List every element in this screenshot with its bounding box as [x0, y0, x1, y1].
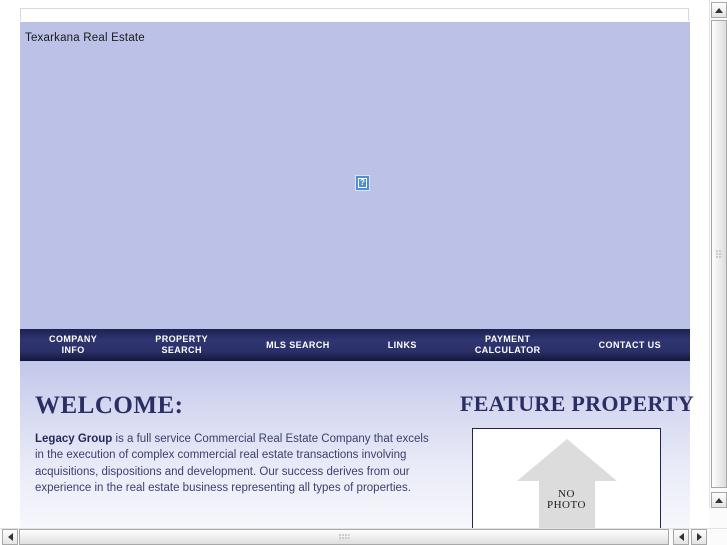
scroll-left-icon: [678, 533, 684, 541]
scroll-left-button-secondary[interactable]: [673, 529, 689, 545]
scroll-left-icon: [7, 533, 13, 541]
feature-property-heading: FEATURE PROPERTY: [460, 390, 695, 416]
nav-company-info[interactable]: COMPANY INFO: [20, 334, 126, 356]
broken-image-glyph: ?: [358, 178, 367, 188]
nav-property-search[interactable]: PROPERTY SEARCH: [126, 334, 237, 356]
welcome-company-name: Legacy Group: [35, 432, 113, 445]
vertical-scrollbar-thumb[interactable]: [711, 20, 727, 488]
vertical-scrollbar[interactable]: [709, 0, 727, 528]
feature-property-photo[interactable]: NO PHOTO: [472, 428, 661, 528]
page-viewport: Texarkana Real Estate ? COMPANY INFO PRO…: [0, 0, 709, 528]
horizontal-scrollbar-thumb[interactable]: [19, 529, 669, 545]
page-document: Texarkana Real Estate ? COMPANY INFO PRO…: [20, 8, 709, 528]
nav-contact-us[interactable]: CONTACT US: [570, 340, 690, 351]
main-navigation: COMPANY INFO PROPERTY SEARCH MLS SEARCH …: [20, 329, 690, 361]
no-photo-label: NO PHOTO: [473, 489, 660, 511]
nav-payment-calculator[interactable]: PAYMENT CALCULATOR: [446, 334, 570, 356]
main-content: WELCOME: Legacy Group is a full service …: [20, 361, 694, 528]
browser-window: Texarkana Real Estate ? COMPANY INFO PRO…: [0, 0, 727, 545]
horizontal-scrollbar[interactable]: [0, 528, 727, 545]
welcome-heading: WELCOME:: [35, 391, 184, 419]
no-photo-house-icon: NO PHOTO: [473, 433, 660, 528]
scrollbar-corner: [709, 508, 727, 528]
scroll-right-icon: [696, 533, 702, 541]
house-roof-shape: [516, 439, 617, 481]
broken-image-icon: ?: [355, 175, 370, 191]
scroll-up-button[interactable]: [711, 2, 727, 18]
welcome-paragraph: Legacy Group is a full service Commercia…: [35, 431, 430, 497]
scrollbar-grip-icon: [338, 533, 350, 541]
header-banner: Texarkana Real Estate ?: [20, 22, 690, 329]
scrollbar-grip-icon: [715, 249, 723, 259]
scroll-up-icon: [715, 497, 723, 503]
nav-links[interactable]: LINKS: [359, 340, 446, 351]
scroll-up-icon: [715, 7, 723, 13]
nav-mls-search[interactable]: MLS SEARCH: [237, 340, 359, 351]
page-top-band: [20, 8, 689, 21]
banner-title: Texarkana Real Estate: [25, 32, 145, 44]
scroll-left-button[interactable]: [2, 529, 18, 545]
no-photo-line-2: PHOTO: [547, 499, 586, 511]
scroll-up-button-secondary[interactable]: [711, 492, 727, 508]
scroll-right-button[interactable]: [691, 529, 707, 545]
